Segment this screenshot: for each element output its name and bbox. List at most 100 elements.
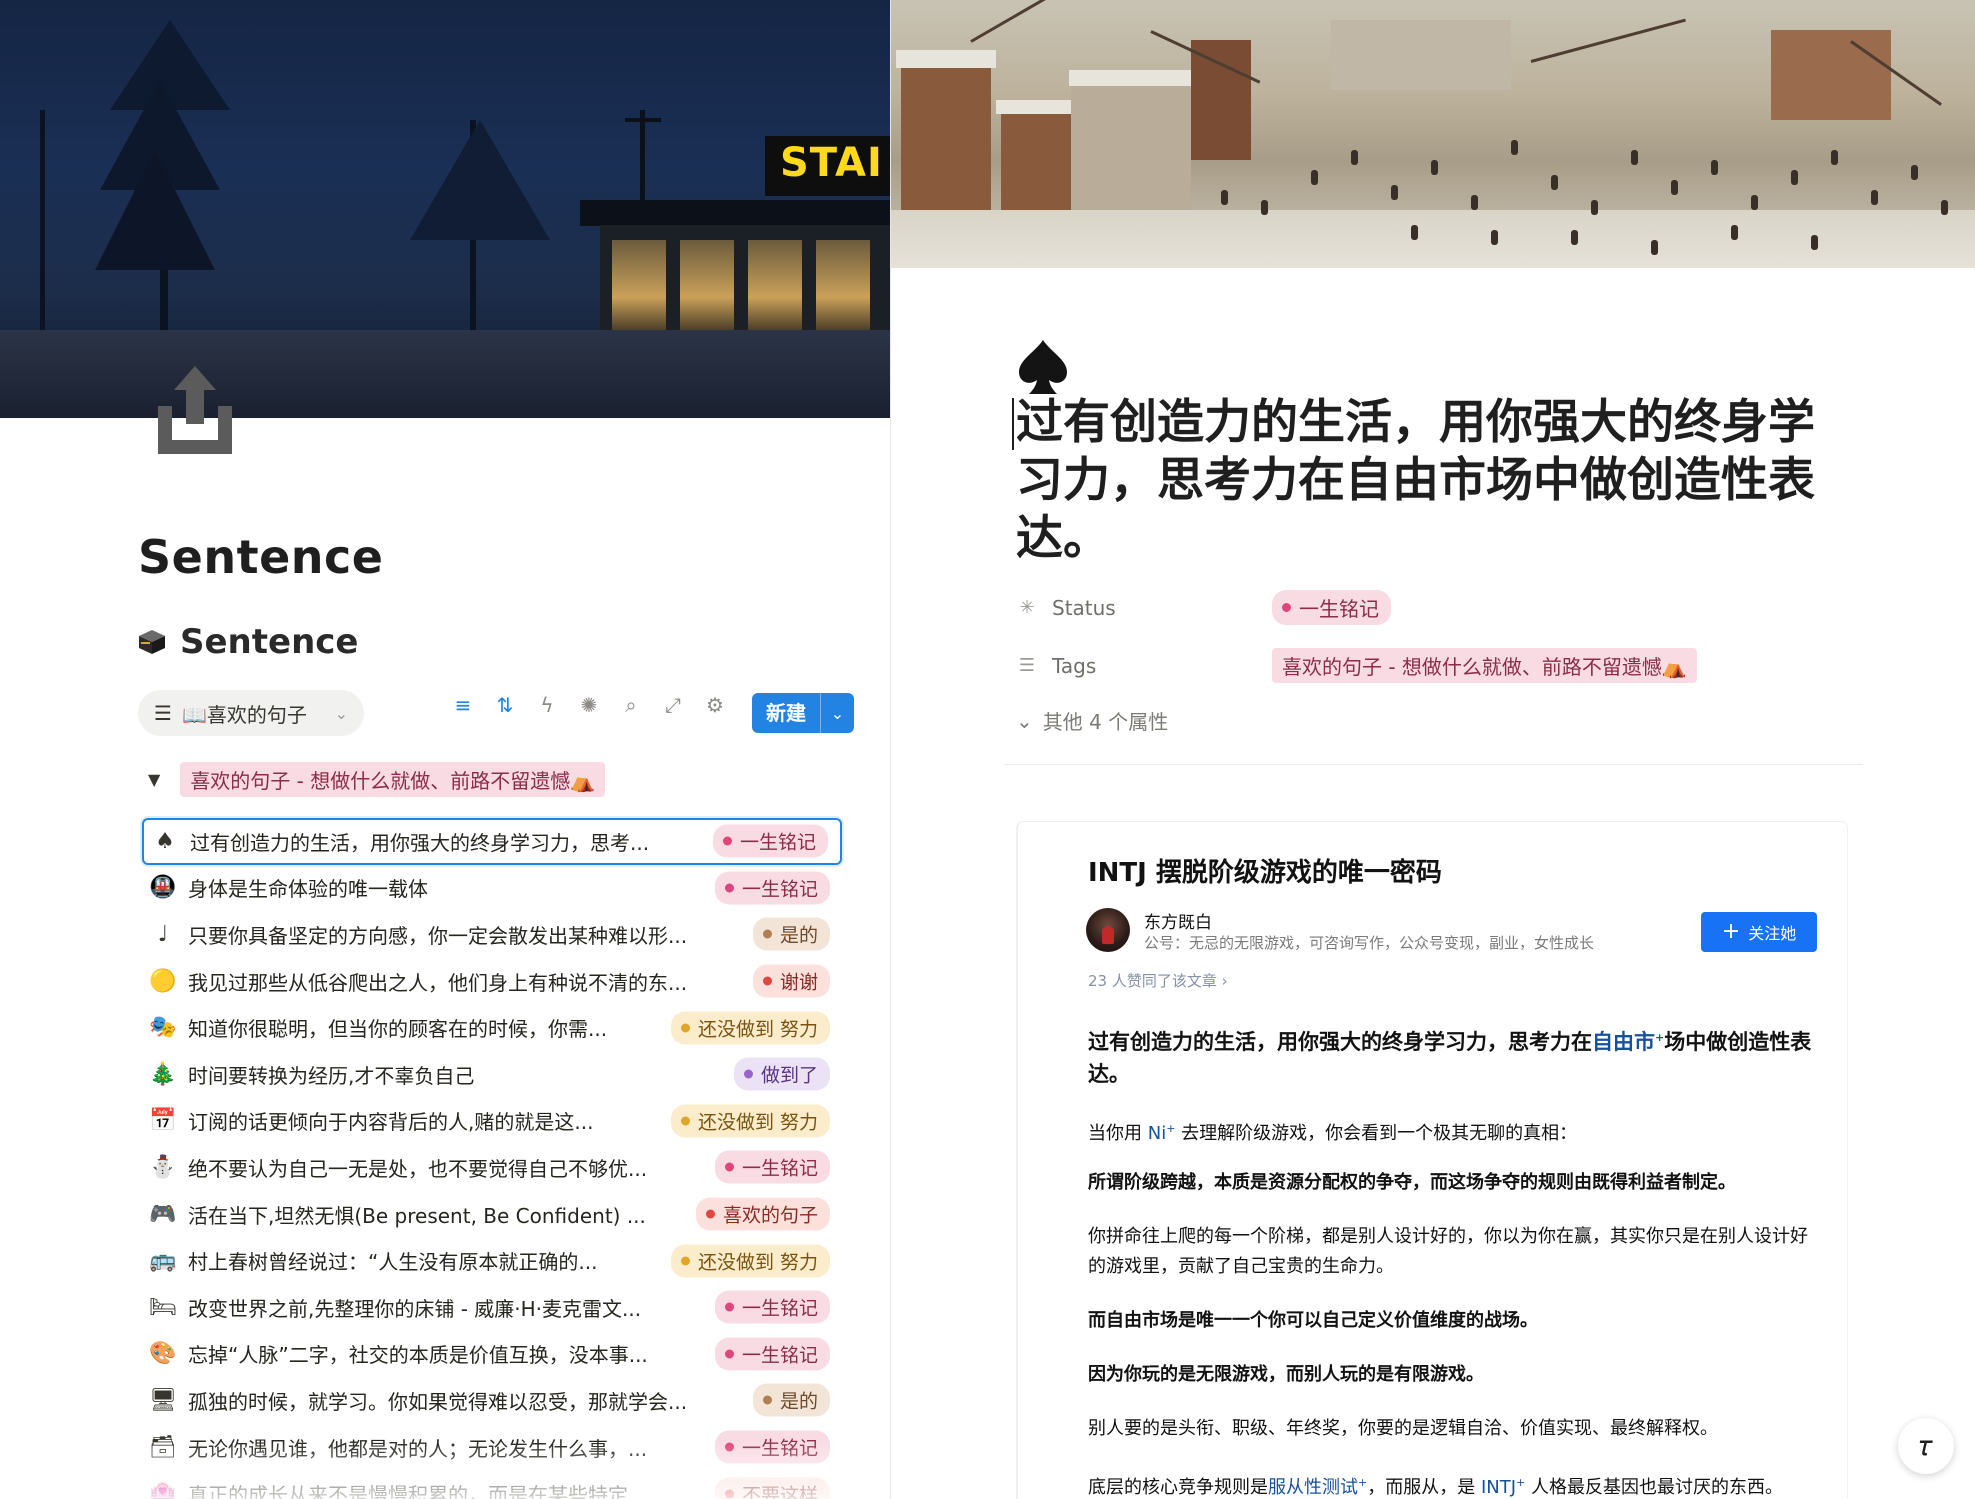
painting-detail (901, 60, 991, 210)
new-button-label[interactable]: 新建 (752, 693, 820, 733)
status-dot (724, 1162, 734, 1172)
view-tab[interactable]: ☰ 📖喜欢的句子 ⌄ (138, 690, 364, 736)
loading-icon[interactable]: ✺ (578, 693, 600, 717)
status-label: 谢谢 (779, 971, 818, 994)
row-emoji-icon: ♠ (155, 828, 175, 854)
text: 底层的核心竞争规则是 (1088, 1477, 1268, 1498)
article-paragraph: 当你用 Ni+ 去理解阶级游戏，你会看到一个极其无聊的真相： (1088, 1114, 1818, 1149)
row-title: 活在当下,坦然无惧(Be present, Be Confident) ... (188, 1203, 646, 1228)
left-cover-image[interactable]: STAI (0, 0, 890, 418)
follow-button[interactable]: + 关注她 (1701, 912, 1817, 952)
list-item[interactable]: 🚇 身体是生命体验的唯一载体 一生铭记 (142, 865, 842, 912)
status-dot (705, 1209, 715, 1219)
article-link[interactable]: 服从性测试 (1268, 1477, 1358, 1498)
painting-detail (1871, 190, 1878, 205)
row-emoji-icon: 🎮 (149, 1201, 177, 1227)
article-link[interactable]: INTJ (1481, 1477, 1516, 1498)
document-title[interactable]: 过有创造力的生活，用你强大的终身学习力，思考力在自由市场中做创造性表达。 (1012, 394, 1856, 568)
collapse-triangle-icon[interactable]: ▼ (148, 770, 160, 789)
list-item[interactable]: 🚌 村上春树曾经说过：“人生没有原本就正确的... 还没做到 努力 (142, 1237, 842, 1284)
article-link[interactable]: Ni (1148, 1123, 1166, 1144)
article-link[interactable]: 自由市 (1592, 1030, 1655, 1054)
search-icon[interactable]: ⌕ (620, 693, 642, 717)
list-item[interactable]: 🗃 无论你遇见谁，他都是对的人；无论发生什么事，... 一生铭记 (142, 1424, 842, 1471)
new-button[interactable]: 新建 ⌄ (752, 693, 854, 733)
property-tags[interactable]: ☰ Tags 喜欢的句子 - 想做什么就做、前路不留遗憾⛺ (1016, 648, 1697, 683)
painting-detail (896, 50, 996, 68)
author-name[interactable]: 东方既白 (1144, 908, 1212, 933)
row-title: 知道你很聪明，但当你的顾客在的时候，你需... (188, 1017, 608, 1042)
row-emoji-icon: 🎨 (149, 1341, 177, 1367)
row-title: 身体是生命体验的唯一载体 (188, 877, 428, 902)
list-item[interactable]: ⛄ 绝不要认为自己一无是处，也不要觉得自己不够优... 一生铭记 (142, 1144, 842, 1191)
link-plus-icon: + (1358, 1476, 1368, 1489)
expand-icon[interactable]: ⤢ (662, 693, 684, 717)
painting-detail (970, 0, 1093, 43)
article-paragraph: 所谓阶级跨越，本质是资源分配权的争夺，而这场争夺的规则由既得利益者制定。 (1088, 1172, 1736, 1193)
status-dot (724, 1442, 734, 1452)
article-title[interactable]: INTJ 摆脱阶级游戏的唯一密码 (1088, 852, 1442, 889)
painting-detail (1591, 200, 1598, 215)
list-item[interactable]: 📅 订阅的话更倾向于内容背后的人,赌的就是这... 还没做到 努力 (142, 1098, 842, 1145)
status-dot (680, 1116, 690, 1126)
filter-icon[interactable]: ≡ (452, 693, 474, 717)
status-badge: 一生铭记 (712, 824, 828, 858)
likes-count[interactable]: 23 人赞同了该文章 › (1088, 970, 1228, 991)
painting-detail (1411, 225, 1418, 240)
ai-assistant-icon: 𝜏 (1919, 1429, 1933, 1462)
text: ，而服从，是 (1367, 1477, 1481, 1498)
chevron-down-icon[interactable]: ⌄ (820, 693, 854, 733)
list-item[interactable]: 🖥 孤独的时候，就学习。你如果觉得难以忍受，那就学会... 是的 (142, 1377, 842, 1424)
row-title: 绝不要认为自己一无是处，也不要觉得自己不够优... (188, 1156, 648, 1181)
row-emoji-icon: 🏩 (149, 1481, 177, 1499)
status-label: 喜欢的句子 (722, 1204, 818, 1227)
help-button[interactable]: 𝜏 (1898, 1418, 1954, 1474)
more-properties-toggle[interactable]: ⌄ 其他 4 个属性 (1016, 706, 1168, 735)
status-dot (724, 1302, 734, 1312)
list-item[interactable]: 🎄 时间要转换为经历,才不辜负自己 做到了 (142, 1051, 842, 1098)
status-badge: 做到了 (733, 1057, 830, 1091)
spade-icon[interactable] (1015, 338, 1071, 396)
list-item[interactable]: 🟡 我见过那些从低谷爬出之人，他们身上有种说不清的东... 谢谢 (142, 958, 842, 1005)
automation-icon[interactable]: ϟ (536, 693, 558, 717)
list-item[interactable]: 🛏 改变世界之前,先整理你的床铺 - 威廉·H·麦克雷文... 一生铭记 (142, 1284, 842, 1331)
status-value: 一生铭记 (1299, 597, 1379, 621)
list-item[interactable]: 🎭 知道你很聪明，但当你的顾客在的时候，你需... 还没做到 努力 (142, 1004, 842, 1051)
list-item[interactable]: ♩ 只要你具备坚定的方向感，你一定会散发出某种难以形... 是的 (142, 911, 842, 958)
database-title[interactable]: Sentence (138, 622, 358, 662)
property-status[interactable]: ✳ Status 一生铭记 (1016, 590, 1391, 625)
list-item[interactable]: 🎮 活在当下,坦然无惧(Be present, Be Confident) ...… (142, 1191, 842, 1238)
store-sign-text: STAI (780, 140, 883, 186)
painting-detail (1651, 240, 1658, 255)
view-tab-label: 📖喜欢的句子 (181, 702, 307, 727)
cube-icon (139, 630, 165, 654)
list-icon: ☰ (154, 701, 172, 725)
right-cover-image[interactable] (891, 0, 1975, 268)
link-plus-icon: + (1655, 1031, 1665, 1044)
list-item[interactable]: 🎨 忘掉“人脉”二字，社交的本质是价值互换，没本事... 一生铭记 (142, 1331, 842, 1378)
status-label: 还没做到 努力 (697, 1018, 818, 1041)
status-badge: 一生铭记 (714, 871, 830, 905)
settings-sliders-icon[interactable]: ⚙ (704, 693, 726, 717)
text: 人格最反基因也最讨厌的东西。 (1525, 1477, 1783, 1498)
text: 过有创造力的生活，用你强大的终身学习力，思考力在 (1088, 1030, 1592, 1054)
painting-detail (1331, 20, 1511, 90)
follow-label: 关注她 (1748, 924, 1797, 943)
status-label: 是的 (779, 924, 818, 947)
article-paragraph: 而自由市场是唯一一个你可以自己定义价值维度的战场。 (1088, 1310, 1538, 1331)
list-item[interactable]: ♠ 过有创造力的生活，用你强大的终身学习力，思考... 一生铭记 (142, 818, 842, 865)
row-emoji-icon: 🎭 (149, 1015, 177, 1041)
group-header[interactable]: ▼ 喜欢的句子 - 想做什么就做、前路不留遗憾⛺ (148, 762, 606, 797)
status-badge[interactable]: 一生铭记 (1272, 590, 1391, 625)
row-title: 真正的成长从来不是慢慢积累的，而是在某些特定... (188, 1483, 648, 1499)
avatar[interactable] (1086, 908, 1130, 952)
page-title: Sentence (138, 530, 384, 584)
sort-icon[interactable]: ⇅ (494, 693, 516, 717)
article-embed[interactable]: INTJ 摆脱阶级游戏的唯一密码 东方既白 公号：无忌的无限游戏，可咨询写作，公… (1017, 822, 1847, 1499)
divider-line (1003, 764, 1863, 765)
status-label: 一生铭记 (741, 878, 818, 901)
painting-detail (1631, 150, 1638, 165)
list-item[interactable]: 🏩 真正的成长从来不是慢慢积累的，而是在某些特定... 不要这样 (142, 1470, 842, 1499)
tag-badge[interactable]: 喜欢的句子 - 想做什么就做、前路不留遗憾⛺ (1272, 648, 1697, 683)
share-icon[interactable] (152, 362, 238, 458)
